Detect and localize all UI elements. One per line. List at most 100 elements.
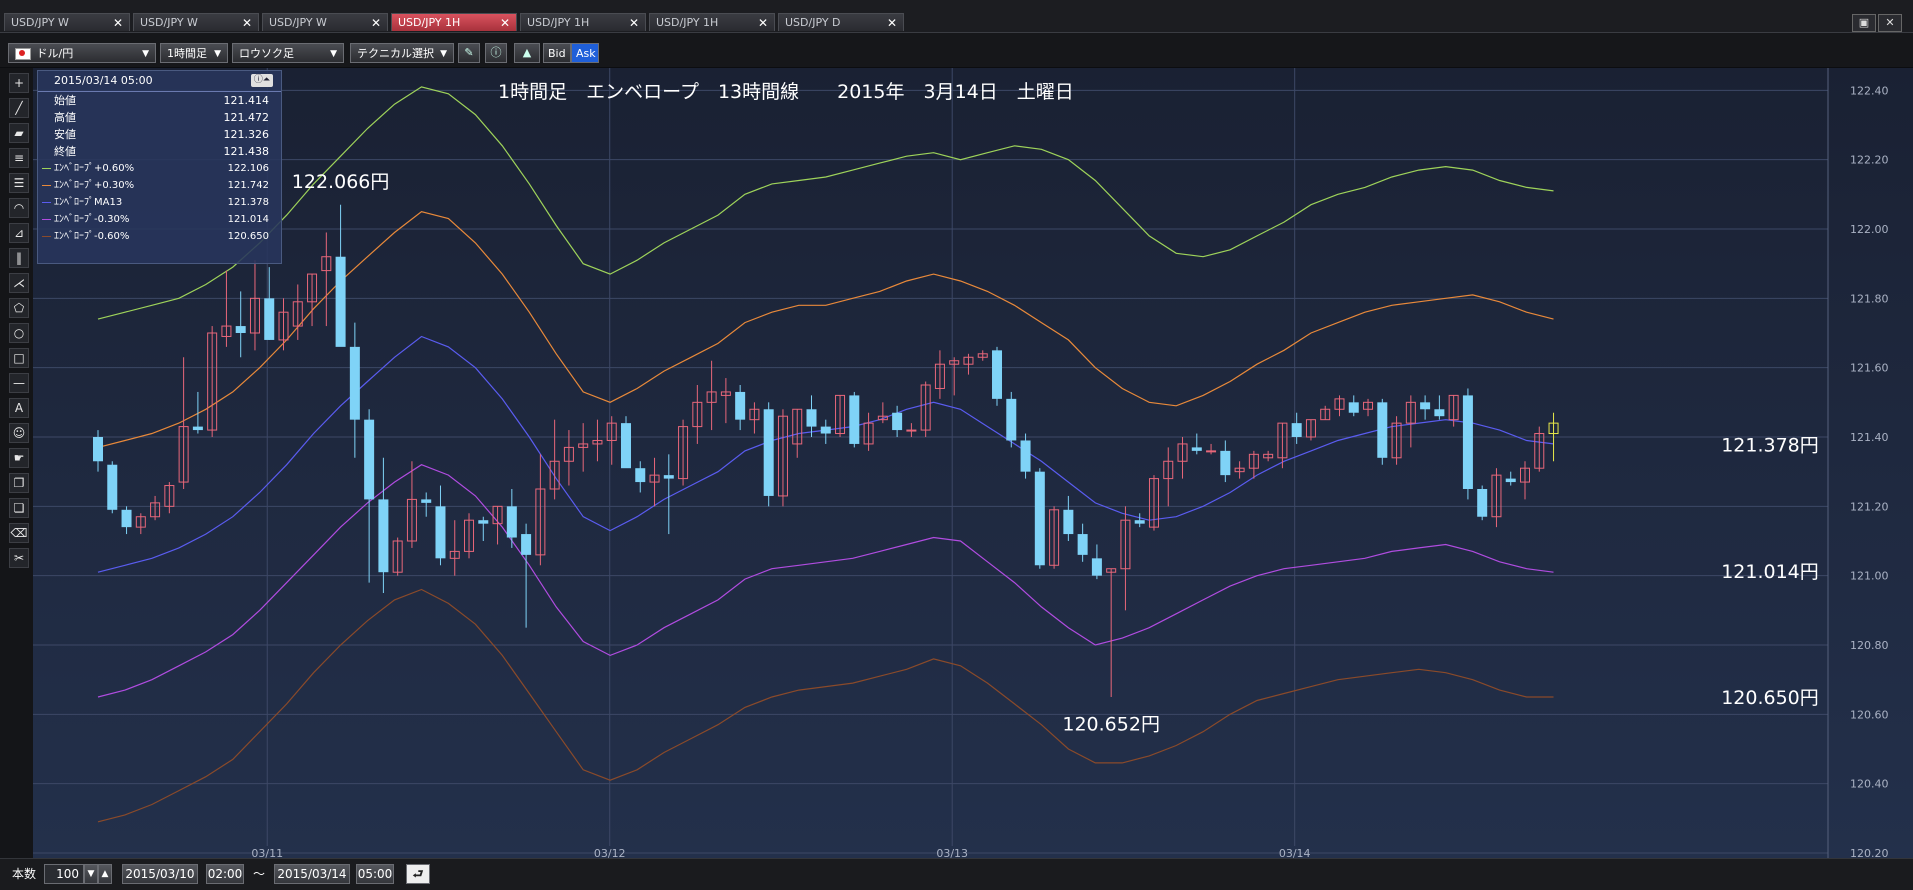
y-tick-label: 120.60 <box>1850 708 1889 721</box>
indicator-value: 122.106 <box>227 163 269 174</box>
indicator-label: ｴﾝﾍﾞﾛｰﾌﾟMA13 <box>54 197 123 208</box>
from-date-field[interactable]: 2015/03/10 <box>122 864 198 884</box>
fan-icon[interactable]: ◠ <box>9 198 29 218</box>
tab-4[interactable]: USD/JPY 1H ✕ <box>520 13 646 31</box>
fibonacci-icon[interactable]: ☰ <box>9 173 29 193</box>
text-icon[interactable]: A <box>9 398 29 418</box>
count-field[interactable]: 100 <box>44 864 84 884</box>
from-time-field[interactable]: 02:00 <box>206 864 244 884</box>
indicator-row: ｴﾝﾍﾞﾛｰﾌﾟ+0.30% 121.742 <box>38 177 281 194</box>
tab-3[interactable]: USD/JPY 1H ✕ <box>391 13 517 31</box>
tab-1[interactable]: USD/JPY W ✕ <box>133 13 259 31</box>
close-icon[interactable]: ✕ <box>1878 14 1902 32</box>
gann-icon[interactable]: ⊿ <box>9 223 29 243</box>
price-chart[interactable]: 122.40 122.20 122.00 121.80 121.60 121.40 121.… <box>33 68 1913 858</box>
ask-button[interactable]: Ask <box>571 43 599 63</box>
ohlc-datetime: 2015/03/14 05:00 <box>54 74 153 87</box>
eraser-icon[interactable]: ⌫ <box>9 523 29 543</box>
tab-6[interactable]: USD/JPY D ✕ <box>778 13 904 31</box>
y-tick-label: 122.20 <box>1850 154 1889 167</box>
count-label: 本数 <box>12 867 37 881</box>
candle-body <box>235 326 246 333</box>
indicator-label: ｴﾝﾍﾞﾛｰﾌﾟ+0.30% <box>54 180 135 191</box>
chart-type-select[interactable]: ロウソク足 ▼ <box>232 43 344 63</box>
current-value-label: 120.650円 <box>1721 687 1819 709</box>
candle-body <box>763 409 774 496</box>
trendline-icon[interactable]: ╱ <box>9 98 29 118</box>
circle-icon[interactable]: ○ <box>9 323 29 343</box>
candle-body <box>892 412 903 431</box>
y-tick-label: 121.20 <box>1850 500 1889 513</box>
indicator-label: ｴﾝﾍﾞﾛｰﾌﾟ-0.60% <box>54 231 130 242</box>
to-time-field[interactable]: 05:00 <box>356 864 394 884</box>
technical-select[interactable]: テクニカル選択 ▼ <box>350 43 454 63</box>
rectangle-icon[interactable]: □ <box>9 348 29 368</box>
parallel-lines-icon[interactable]: ≡ <box>9 148 29 168</box>
chevron-down-icon[interactable]: ▼ <box>84 864 98 884</box>
candle-body <box>192 426 203 431</box>
horizontal-line-icon[interactable]: — <box>9 373 29 393</box>
symbol-select[interactable]: ドル/円 ▼ <box>8 43 156 63</box>
paste-icon[interactable]: ❏ <box>9 498 29 518</box>
to-date-field[interactable]: 2015/03/14 <box>274 864 350 884</box>
tab-2[interactable]: USD/JPY W ✕ <box>262 13 388 31</box>
info-toggle-icon[interactable]: ⓘ⏶ <box>251 74 273 87</box>
tab-label: USD/JPY 1H <box>398 16 461 29</box>
ruler-icon[interactable]: ▰ <box>9 123 29 143</box>
ohlc-value: 121.326 <box>223 128 270 141</box>
close-tab-icon[interactable]: ✕ <box>629 14 639 32</box>
pen-icon[interactable]: ✎ <box>458 43 480 63</box>
indicator-label: ｴﾝﾍﾞﾛｰﾌﾟ-0.30% <box>54 214 130 225</box>
candle-body <box>521 534 532 555</box>
extreme-price-label: 122.066円 <box>292 171 390 193</box>
tab-5[interactable]: USD/JPY 1H ✕ <box>649 13 775 31</box>
extreme-price-label: 120.652円 <box>1062 713 1160 735</box>
candle-body <box>1206 450 1217 453</box>
candle-body <box>849 395 860 444</box>
bid-button[interactable]: Bid <box>543 43 571 63</box>
candle-body <box>1434 409 1445 417</box>
close-tab-icon[interactable]: ✕ <box>242 14 252 32</box>
ohlc-label: 始値 <box>54 94 76 107</box>
timeframe-select[interactable]: 1時間足 ▼ <box>160 43 228 63</box>
ohlc-row: 終値 121.438 <box>38 143 281 160</box>
indicator-value: 121.742 <box>227 180 269 191</box>
tab-label: USD/JPY D <box>785 16 841 29</box>
copy-icon[interactable]: ❐ <box>9 473 29 493</box>
mountain-chart-icon[interactable]: ▲ <box>514 43 540 63</box>
flag-icon <box>15 48 31 60</box>
close-tab-icon[interactable]: ✕ <box>758 14 768 32</box>
candle-body <box>1006 398 1017 441</box>
candle-body <box>435 506 446 559</box>
crosshair-icon[interactable]: + <box>9 73 29 93</box>
maximize-icon[interactable]: ▣ <box>1852 14 1876 32</box>
tab-label: USD/JPY W <box>11 16 69 29</box>
tab-label: USD/JPY 1H <box>656 16 719 29</box>
thumbs-icon[interactable]: ☛ <box>9 448 29 468</box>
candle-body <box>1220 450 1231 476</box>
tab-0[interactable]: USD/JPY W ✕ <box>4 13 130 31</box>
indicator-row: ｴﾝﾍﾞﾛｰﾌﾟ-0.30% 121.014 <box>38 211 281 228</box>
close-tab-icon[interactable]: ✕ <box>887 14 897 32</box>
candle-body <box>1348 402 1359 413</box>
eraser-all-icon[interactable]: ✂ <box>9 548 29 568</box>
smiley-icon[interactable]: ☺ <box>9 423 29 443</box>
ohlc-label: 安値 <box>54 128 76 141</box>
close-tab-icon[interactable]: ✕ <box>113 14 123 32</box>
candle-body <box>335 256 346 347</box>
tab-bar: USD/JPY W ✕ USD/JPY W ✕ USD/JPY W ✕ USD/JPY 1H… <box>0 0 1913 33</box>
close-tab-icon[interactable]: ✕ <box>500 14 510 32</box>
y-tick-label: 121.80 <box>1850 292 1889 305</box>
ohlc-panel: 2015/03/14 05:00 ⓘ⏶ 始値 121.414 高値 121.472 安値 1… <box>37 70 282 264</box>
chevron-up-icon[interactable]: ▲ <box>98 864 112 884</box>
pitchfork-icon[interactable]: ⋌ <box>9 273 29 293</box>
ohlc-label: 終値 <box>54 145 76 158</box>
indicator-swatch <box>42 218 51 220</box>
pentagon-icon[interactable]: ⬠ <box>9 298 29 318</box>
cycle-lines-icon[interactable]: ‖ <box>9 248 29 268</box>
indicator-swatch <box>42 184 51 186</box>
refresh-icon[interactable]: ⮐ <box>406 864 430 884</box>
candle-body <box>906 429 917 432</box>
close-tab-icon[interactable]: ✕ <box>371 14 381 32</box>
info-icon[interactable]: ⓘ <box>485 43 507 63</box>
